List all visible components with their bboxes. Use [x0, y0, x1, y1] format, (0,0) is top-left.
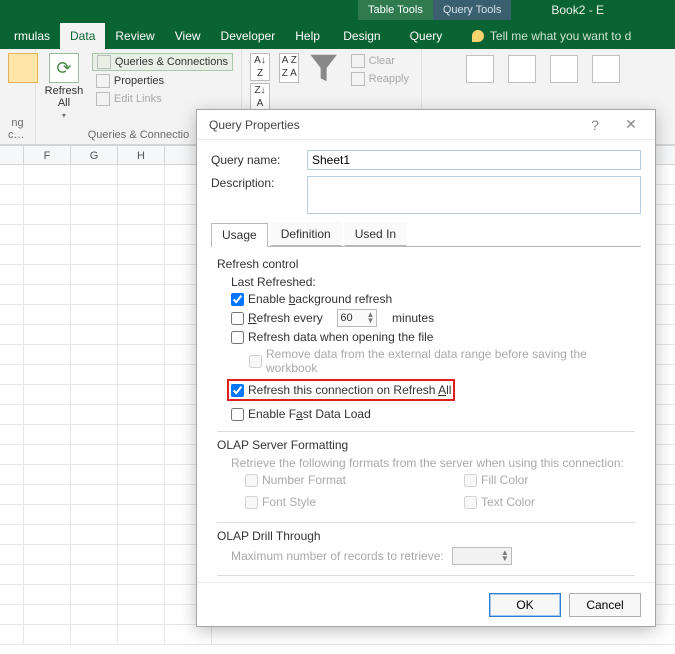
- tab-view[interactable]: View: [165, 23, 211, 49]
- refresh-icon: ⟳: [49, 53, 79, 83]
- flash-fill-button[interactable]: [508, 55, 536, 83]
- tell-me-placeholder: Tell me what you want to d: [490, 29, 631, 43]
- window-title: Book2 - E: [551, 3, 604, 17]
- olap-formatting-header: OLAP Server Formatting: [217, 438, 635, 452]
- lightbulb-icon: [472, 30, 484, 42]
- tell-me-search[interactable]: Tell me what you want to d: [458, 23, 671, 49]
- tab-data[interactable]: Data: [60, 23, 105, 49]
- olap-formatting-note: Retrieve the following formats from the …: [231, 456, 635, 470]
- highlighted-option: Refresh this connection on Refresh All: [227, 379, 455, 401]
- sort-button[interactable]: A ZZ A: [278, 53, 301, 83]
- last-refreshed-label: Last Refreshed:: [231, 275, 635, 289]
- fill-color-checkbox: Fill Color: [464, 473, 635, 487]
- dialog-buttons: OK Cancel: [197, 582, 655, 626]
- enable-background-refresh-checkbox[interactable]: Enable background refresh: [231, 292, 635, 306]
- refresh-every-minutes-spinner[interactable]: 60 ▲▼: [337, 309, 377, 327]
- help-button[interactable]: ?: [577, 117, 613, 133]
- queries-connections-button[interactable]: Queries & Connections: [92, 53, 233, 71]
- filter-button[interactable]: [309, 53, 339, 83]
- query-properties-dialog: Query Properties ? ✕ Query name: Descrip…: [196, 109, 656, 627]
- funnel-icon: [309, 53, 339, 83]
- tab-review[interactable]: Review: [105, 23, 164, 49]
- database-icon: [8, 53, 38, 83]
- minutes-label: minutes: [392, 311, 434, 325]
- edit-links-button: Edit Links: [92, 91, 233, 107]
- properties-button[interactable]: Properties: [92, 73, 233, 89]
- description-input[interactable]: [307, 176, 641, 214]
- ribbon-tabs: rmulas Data Review View Developer Help D…: [0, 20, 675, 49]
- clear-icon: [351, 54, 365, 68]
- clear-filter-button: Clear: [347, 53, 413, 69]
- properties-icon: [96, 74, 110, 88]
- refresh-on-open-checkbox[interactable]: Refresh data when opening the file: [231, 330, 635, 344]
- text-color-checkbox: Text Color: [464, 495, 635, 509]
- remove-duplicates-button[interactable]: [550, 55, 578, 83]
- refresh-control-header: Refresh control: [217, 257, 635, 271]
- number-format-checkbox: Number Format: [245, 473, 446, 487]
- ok-button[interactable]: OK: [489, 593, 561, 617]
- refresh-on-refresh-all-checkbox[interactable]: Refresh this connection on Refresh All: [231, 383, 451, 397]
- tab-developer[interactable]: Developer: [211, 23, 286, 49]
- sort-icon: A ZZ A: [279, 53, 299, 83]
- max-records-spinner: ▲▼: [452, 547, 512, 565]
- title-bar: Table Tools Query Tools Book2 - E: [0, 0, 675, 20]
- reapply-filter-button: Reapply: [347, 71, 413, 87]
- sort-asc-button[interactable]: A↓Z: [250, 53, 270, 81]
- edit-links-icon: [96, 92, 110, 106]
- tab-used-in[interactable]: Used In: [344, 222, 407, 246]
- grid-row[interactable]: [0, 625, 675, 645]
- olap-drill-header: OLAP Drill Through: [217, 529, 635, 543]
- refresh-every-checkbox[interactable]: Refresh every 60 ▲▼ minutes: [231, 309, 635, 327]
- tab-query[interactable]: Query: [394, 23, 458, 49]
- contextual-tab-query-tools: Query Tools: [433, 0, 512, 20]
- dialog-title: Query Properties: [209, 118, 577, 132]
- tab-usage[interactable]: Usage: [211, 223, 268, 247]
- tab-design[interactable]: Design: [330, 23, 394, 49]
- font-style-checkbox: Font Style: [245, 495, 446, 509]
- queries-icon: [97, 55, 111, 69]
- column-header[interactable]: G: [71, 146, 118, 164]
- enable-fast-data-load-checkbox[interactable]: Enable Fast Data Load: [231, 407, 635, 421]
- sort-desc-button[interactable]: Z↓A: [250, 83, 270, 111]
- dropdown-icon: ▾: [62, 111, 66, 120]
- data-validation-button[interactable]: [592, 55, 620, 83]
- max-records-label: Maximum number of records to retrieve:: [231, 549, 444, 563]
- reapply-icon: [351, 72, 365, 86]
- remove-external-data-checkbox: Remove data from the external data range…: [231, 347, 635, 375]
- tab-definition[interactable]: Definition: [270, 222, 342, 246]
- refresh-all-label: Refresh All: [45, 85, 84, 109]
- query-name-input[interactable]: [307, 150, 641, 170]
- description-label: Description:: [211, 176, 299, 190]
- close-button[interactable]: ✕: [613, 116, 649, 133]
- get-data-button[interactable]: [8, 53, 38, 83]
- cancel-button[interactable]: Cancel: [569, 593, 641, 617]
- contextual-tab-table-tools: Table Tools: [358, 0, 433, 20]
- dialog-tabs: Usage Definition Used In: [211, 222, 641, 247]
- tab-help[interactable]: Help: [285, 23, 330, 49]
- query-name-label: Query name:: [211, 153, 299, 167]
- text-to-columns-button[interactable]: [466, 55, 494, 83]
- dialog-titlebar: Query Properties ? ✕: [197, 110, 655, 140]
- tab-formulas[interactable]: rmulas: [4, 23, 60, 49]
- column-header[interactable]: F: [24, 146, 71, 164]
- refresh-all-button[interactable]: ⟳ Refresh All ▾: [44, 53, 84, 120]
- usage-panel: Refresh control Last Refreshed: Enable b…: [211, 247, 641, 582]
- column-header[interactable]: H: [118, 146, 165, 164]
- group-label: ng ctions: [8, 115, 27, 144]
